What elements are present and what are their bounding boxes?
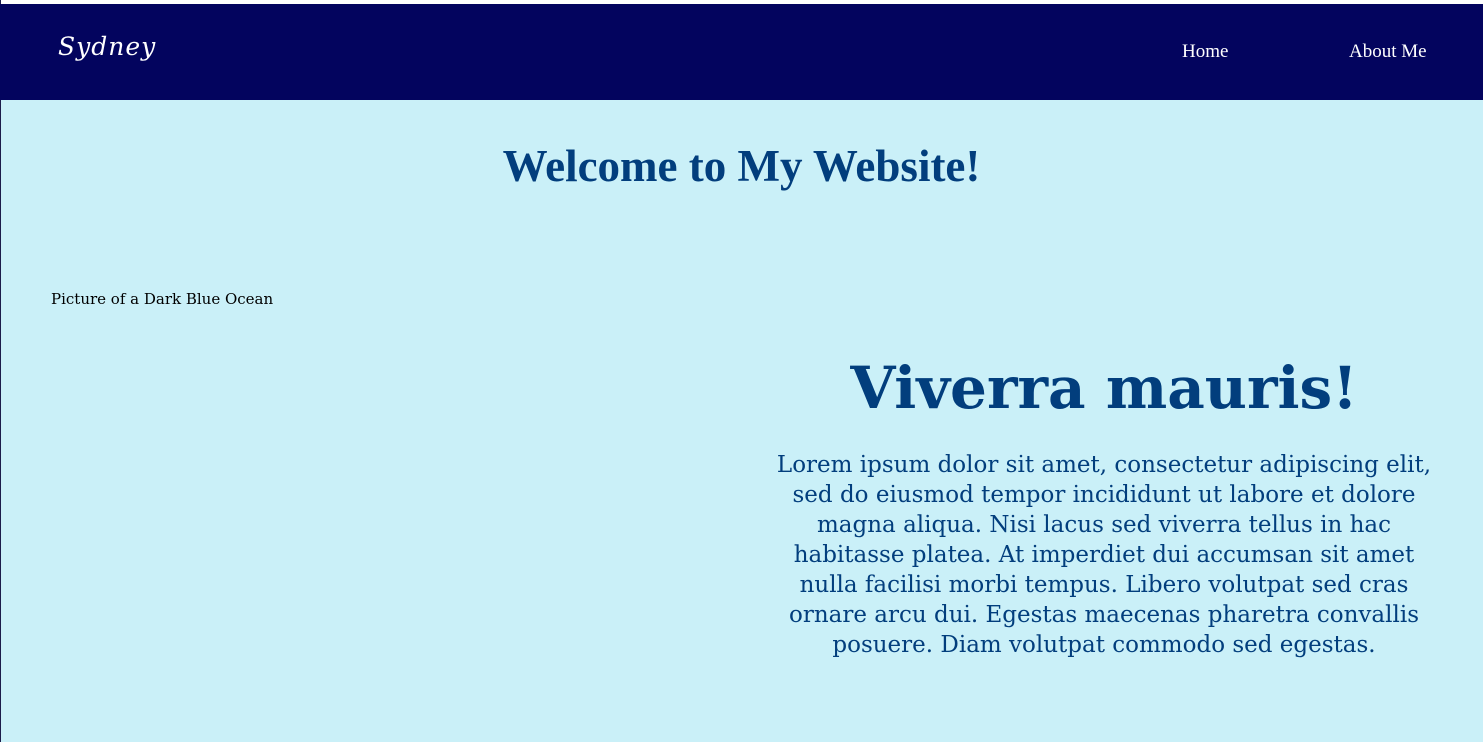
- nav-link-home[interactable]: Home: [1182, 41, 1228, 63]
- section-paragraph: Lorem ipsum dolor sit amet, consectetur …: [776, 452, 1432, 658]
- left-edge-border: [0, 0, 1, 742]
- nav-link-about-me[interactable]: About Me: [1349, 41, 1427, 63]
- ocean-image-alt-text: Picture of a Dark Blue Ocean: [51, 290, 274, 308]
- content-section: Viverra mauris! Lorem ipsum dolor sit am…: [770, 350, 1438, 660]
- section-heading: Viverra mauris!: [850, 354, 1358, 422]
- navbar: Sydney Home About Me: [0, 4, 1483, 100]
- page-title: Welcome to My Website!: [502, 141, 981, 191]
- site-logo[interactable]: Sydney: [58, 32, 156, 61]
